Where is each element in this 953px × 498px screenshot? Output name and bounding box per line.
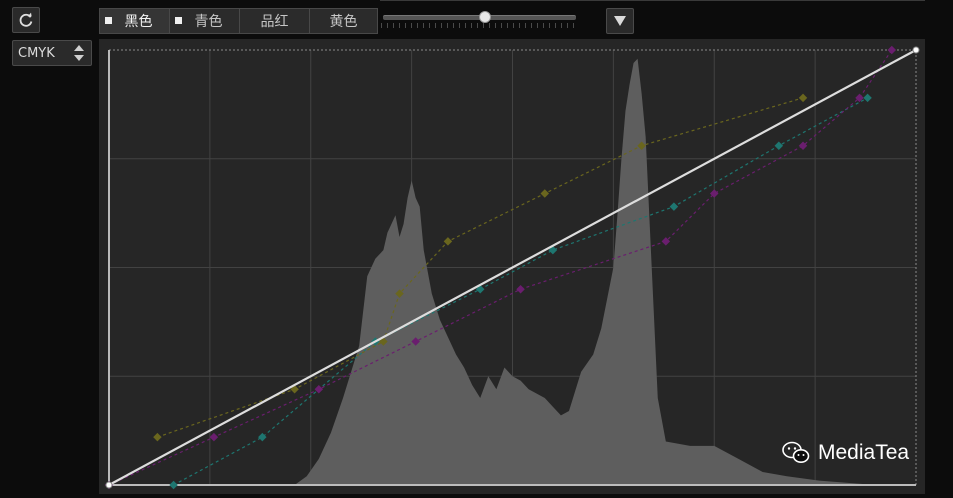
- magenta-control-point[interactable]: [209, 432, 219, 442]
- cyan-control-point[interactable]: [863, 93, 872, 103]
- slider[interactable]: [381, 10, 578, 30]
- yellow-control-point[interactable]: [443, 237, 453, 246]
- watermark: MediaTea: [782, 441, 909, 465]
- options-dropdown-button[interactable]: [606, 8, 634, 34]
- wechat-icon: [782, 441, 810, 463]
- tab-cyan[interactable]: 青色: [169, 8, 240, 34]
- magenta-control-point[interactable]: [887, 45, 897, 55]
- color-mode-select[interactable]: CMYK: [12, 40, 92, 66]
- tab-label: 黑色: [124, 14, 153, 30]
- yellow-control-point[interactable]: [540, 189, 550, 198]
- tab-yellow[interactable]: 黄色: [309, 8, 378, 34]
- histogram: [286, 58, 916, 485]
- magenta-control-point[interactable]: [516, 285, 525, 294]
- yellow-control-point[interactable]: [153, 432, 162, 442]
- channel-checkbox[interactable]: [175, 17, 182, 24]
- color-mode-value: CMYK: [18, 45, 55, 61]
- curves-graph[interactable]: [99, 39, 925, 494]
- triangle-down-icon: [614, 16, 626, 26]
- slider-ticks: [381, 23, 578, 28]
- top-divider: [380, 0, 925, 1]
- channel-checkbox[interactable]: [105, 17, 112, 24]
- tab-label: 青色: [194, 14, 223, 30]
- watermark-text: MediaTea: [818, 441, 910, 464]
- yellow-control-point[interactable]: [798, 93, 808, 103]
- cyan-control-point[interactable]: [669, 202, 679, 211]
- tab-black[interactable]: 黑色: [99, 8, 170, 34]
- tab-magenta[interactable]: 品红: [239, 8, 310, 34]
- channel-tabs: 黑色 青色 品红 黄色: [99, 8, 378, 34]
- cyan-control-point[interactable]: [169, 480, 178, 490]
- black-control-point[interactable]: [912, 46, 920, 54]
- cyan-control-point[interactable]: [774, 141, 784, 150]
- slider-knob[interactable]: [479, 11, 492, 23]
- up-down-arrows-icon: [74, 45, 84, 61]
- cyan-control-point[interactable]: [258, 432, 267, 442]
- tab-label: 黄色: [329, 14, 358, 30]
- refresh-icon: [19, 12, 33, 27]
- curves-canvas[interactable]: [99, 39, 925, 494]
- black-control-point[interactable]: [105, 481, 113, 489]
- reset-button[interactable]: [12, 7, 40, 33]
- tab-label: 品红: [260, 14, 289, 30]
